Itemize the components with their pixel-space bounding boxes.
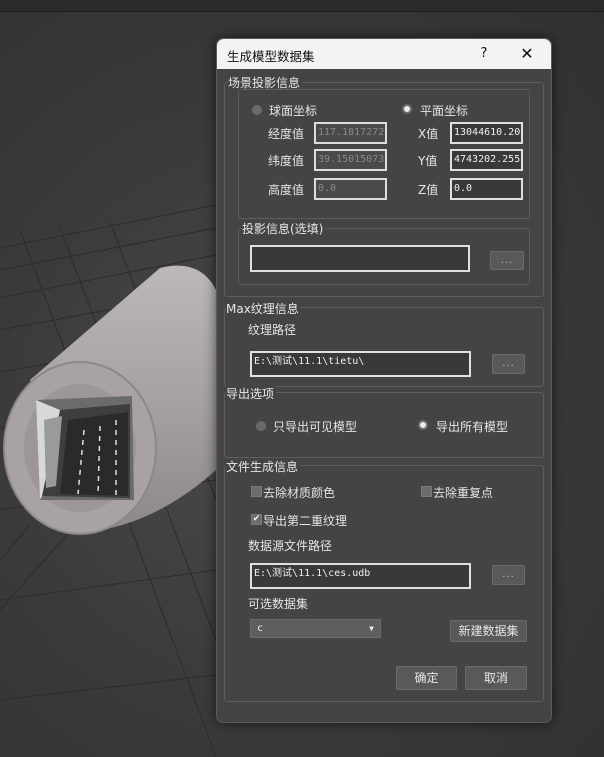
- spherical-label: 球面坐标: [269, 104, 318, 118]
- texture-browse-button[interactable]: ...: [492, 354, 525, 374]
- x-label: X值: [418, 127, 439, 141]
- chevron-down-icon: ▼: [369, 624, 374, 633]
- dataset-select[interactable]: c ▼: [250, 619, 381, 638]
- datasource-path-label: 数据源文件路径: [248, 539, 333, 553]
- help-icon[interactable]: ?: [474, 44, 494, 64]
- file-generation-legend: 文件生成信息: [226, 458, 301, 475]
- export-second-texture-checkbox[interactable]: ✔: [251, 514, 262, 525]
- projection-info-field[interactable]: [250, 245, 470, 272]
- latitude-label: 纬度值: [268, 154, 305, 168]
- z-field[interactable]: 0.0: [450, 178, 523, 200]
- longitude-field[interactable]: 117.1817272: [314, 122, 387, 144]
- dialog-titlebar[interactable]: 生成模型数据集 ? ✕: [217, 39, 551, 69]
- cancel-button[interactable]: 取消: [465, 666, 527, 690]
- y-field[interactable]: 4743202.255: [450, 149, 523, 171]
- spherical-radio[interactable]: [252, 105, 262, 115]
- remove-material-color-checkbox[interactable]: [251, 486, 262, 497]
- height-label: 高度值: [268, 183, 305, 197]
- dataset-select-value: c: [257, 623, 264, 634]
- datasource-path-field[interactable]: E:\测试\11.1\ces.udb: [250, 563, 471, 589]
- longitude-label: 经度值: [268, 127, 305, 141]
- planar-radio[interactable]: [402, 104, 412, 114]
- check-icon: ✔: [252, 514, 261, 524]
- tube-model: [3, 265, 216, 535]
- texture-info-legend: Max纹理信息: [226, 300, 301, 317]
- projection-info-legend: 投影信息(选填): [242, 220, 326, 237]
- texture-path-field[interactable]: E:\测试\11.1\tietu\: [250, 351, 471, 377]
- x-field[interactable]: 13044610.20: [450, 122, 523, 144]
- visible-only-label: 只导出可见模型: [273, 420, 358, 434]
- dialog-title: 生成模型数据集: [227, 49, 315, 64]
- export-second-texture-label: 导出第二重纹理: [263, 514, 348, 528]
- datasource-browse-button[interactable]: ...: [492, 565, 525, 585]
- export-options-legend: 导出选项: [226, 385, 277, 402]
- z-label: Z值: [418, 183, 439, 197]
- y-label: Y值: [418, 154, 438, 168]
- ok-button[interactable]: 确定: [396, 666, 457, 690]
- generate-dataset-dialog: 生成模型数据集 ? ✕ 场景投影信息 球面坐标 平面坐标 经度值 117.181…: [216, 38, 552, 723]
- latitude-field[interactable]: 39.15015073: [314, 149, 387, 171]
- planar-label: 平面坐标: [420, 104, 469, 118]
- visible-only-radio[interactable]: [256, 421, 266, 431]
- all-models-radio[interactable]: [418, 420, 428, 430]
- remove-duplicate-points-checkbox[interactable]: [421, 486, 432, 497]
- texture-path-label: 纹理路径: [248, 323, 297, 337]
- dataset-label: 可选数据集: [248, 597, 309, 611]
- close-icon[interactable]: ✕: [515, 43, 539, 65]
- remove-material-color-label: 去除材质颜色: [263, 486, 336, 500]
- new-dataset-button[interactable]: 新建数据集: [450, 620, 527, 642]
- projection-browse-button[interactable]: ...: [490, 251, 524, 270]
- height-field[interactable]: 0.0: [314, 178, 387, 200]
- remove-duplicate-points-label: 去除重复点: [433, 486, 494, 500]
- all-models-label: 导出所有模型: [436, 420, 509, 434]
